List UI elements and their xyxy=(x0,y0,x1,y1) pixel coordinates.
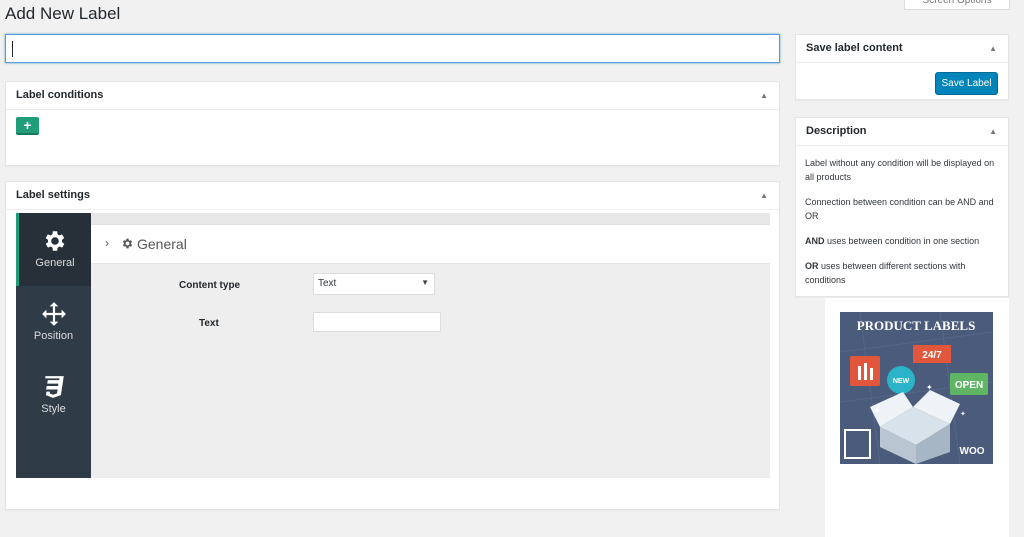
edit-icon xyxy=(844,429,871,459)
save-label-box: Save label content ▲ Save Label xyxy=(795,34,1009,100)
collapse-toggle-icon[interactable]: ▲ xyxy=(989,44,997,53)
tab-label: Style xyxy=(41,403,66,415)
collapse-toggle-icon[interactable]: ▲ xyxy=(760,91,768,100)
description-text: Label without any condition will be disp… xyxy=(805,156,1001,298)
banner-heading: PRODUCT LABELS xyxy=(857,318,976,333)
tag-new-text: NEW xyxy=(893,378,910,385)
gear-icon xyxy=(122,238,133,249)
general-section-header[interactable]: › General xyxy=(91,225,770,264)
css3-icon xyxy=(44,376,64,398)
description-box: Description ▲ Label without any conditio… xyxy=(795,117,1009,297)
description-line: AND uses between condition in one sectio… xyxy=(805,234,1001,248)
gear-icon xyxy=(45,231,65,251)
tab-position[interactable]: Position xyxy=(16,286,91,359)
move-arrows-icon xyxy=(41,302,66,326)
tag-open-text: OPEN xyxy=(955,380,983,391)
label-title-input[interactable] xyxy=(5,34,780,63)
tab-label: Position xyxy=(33,330,74,342)
description-title: Description xyxy=(806,125,867,137)
description-line: OR uses between different sections with … xyxy=(805,259,1001,287)
description-line: Connection between condition can be AND … xyxy=(805,197,994,221)
chevron-right-icon[interactable]: › xyxy=(105,236,109,250)
screen-options-button[interactable]: Screen Options xyxy=(904,0,1010,10)
tag-247-text: 24/7 xyxy=(922,350,942,361)
label-conditions-box: Label conditions ▲ + xyxy=(5,81,780,166)
label-settings-box: Label settings ▲ General Position Style … xyxy=(5,181,780,510)
sparkle-icon: ✦ xyxy=(873,406,881,417)
or-keyword: OR xyxy=(805,261,819,271)
select-value: Text xyxy=(318,278,337,289)
settings-panel: › General Content type Text ▼ Text xyxy=(91,213,770,478)
label-conditions-title: Label conditions xyxy=(16,89,104,101)
add-condition-button[interactable]: + xyxy=(16,117,39,135)
description-fragment: uses between different sections with con… xyxy=(805,261,966,285)
panel-top-strip xyxy=(91,213,770,225)
save-label-button[interactable]: Save Label xyxy=(935,72,998,95)
label-settings-header[interactable]: Label settings ▲ xyxy=(6,182,779,210)
page-title: Add New Label xyxy=(5,4,121,23)
dropdown-arrow-icon: ▼ xyxy=(421,278,429,287)
collapse-toggle-icon[interactable]: ▲ xyxy=(760,191,768,200)
content-type-select[interactable]: Text ▼ xyxy=(313,273,435,295)
description-fragment: uses between condition in one section xyxy=(824,236,980,246)
label-settings-title: Label settings xyxy=(16,189,90,201)
tab-general[interactable]: General xyxy=(16,213,91,286)
product-labels-banner[interactable]: PRODUCT LABELS 24/7 NEW OPEN WOO ✦ ✦ ✦ xyxy=(840,312,993,464)
banner-illustration: PRODUCT LABELS 24/7 NEW OPEN WOO ✦ ✦ ✦ xyxy=(840,312,993,464)
save-box-title: Save label content xyxy=(806,42,903,54)
settings-tabs: General Position Style xyxy=(16,213,91,478)
section-title: General xyxy=(137,236,187,252)
text-field-label: Text xyxy=(199,318,219,329)
sparkle-icon: ✦ xyxy=(960,410,966,418)
tag-woo-text: WOO xyxy=(960,446,985,457)
tab-style[interactable]: Style xyxy=(16,359,91,432)
text-input[interactable] xyxy=(313,312,441,332)
content-type-label: Content type xyxy=(179,280,241,291)
description-line: Label without any condition will be disp… xyxy=(805,158,995,182)
description-header[interactable]: Description ▲ xyxy=(796,118,1008,146)
sparkle-icon: ✦ xyxy=(926,383,933,392)
tab-label: General xyxy=(35,257,75,269)
and-keyword: AND xyxy=(805,236,825,246)
collapse-toggle-icon[interactable]: ▲ xyxy=(989,127,997,136)
save-box-header[interactable]: Save label content ▲ xyxy=(796,35,1008,63)
text-caret xyxy=(12,41,13,57)
label-conditions-header[interactable]: Label conditions ▲ xyxy=(6,82,779,110)
